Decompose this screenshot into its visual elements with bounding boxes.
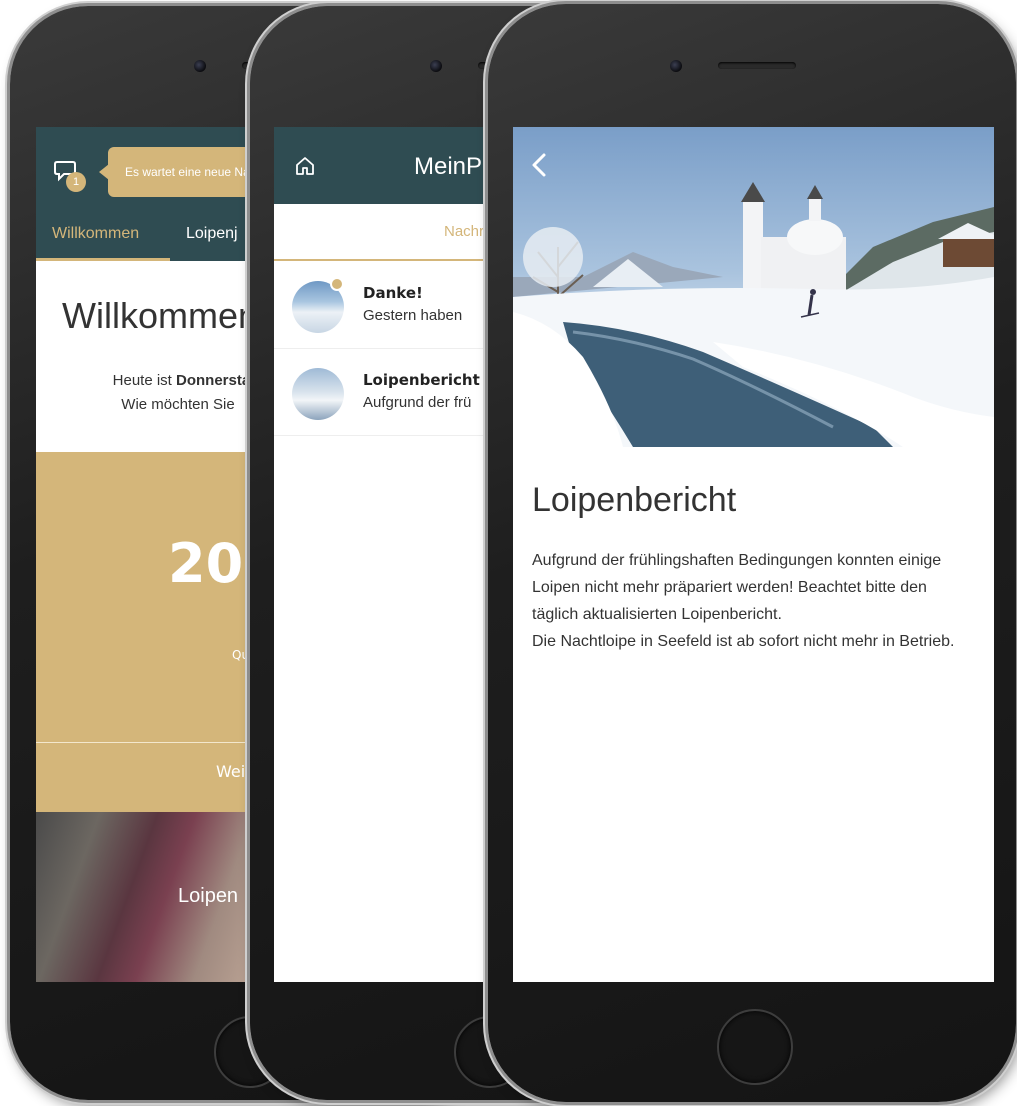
screen-welcome: 1 Es wartet eine neue Nachricht Willkomm… bbox=[36, 127, 266, 982]
loipen-teaser-card[interactable]: Loipen bbox=[36, 812, 266, 982]
earpiece-speaker bbox=[718, 62, 796, 69]
weather-panel: 20° Qu Weiter bbox=[36, 452, 266, 812]
greeting-date: Heute ist Donnerstag bbox=[112, 372, 260, 389]
message-thumbnail bbox=[292, 368, 344, 420]
message-title: Loipenbericht bbox=[363, 371, 480, 389]
message-title: Danke! bbox=[363, 284, 423, 302]
hero-illustration bbox=[513, 182, 994, 447]
weather-caption: Qu bbox=[232, 648, 250, 662]
screen-article: Loipenbericht Aufgrund der frühlingshaft… bbox=[513, 127, 994, 982]
app-header: MeinPlan bbox=[274, 127, 504, 204]
active-tab-indicator bbox=[36, 258, 170, 261]
front-camera-icon bbox=[430, 60, 442, 72]
article-paragraph: Aufgrund der frühlingshaften Bedingungen… bbox=[532, 552, 942, 623]
unread-dot bbox=[330, 277, 344, 291]
message-list-item[interactable]: Loipenbericht Aufgrund der frü bbox=[274, 350, 504, 436]
front-camera-icon bbox=[670, 60, 682, 72]
tab-bar: Willkommen Loipenj bbox=[36, 217, 266, 261]
article-body: Aufgrund der frühlingshaften Bedingungen… bbox=[532, 547, 972, 655]
panel-divider bbox=[36, 742, 266, 743]
home-button[interactable] bbox=[717, 1009, 793, 1085]
tab-loipen[interactable]: Loipenj bbox=[186, 225, 238, 243]
tab-bar: Nachrichten bbox=[274, 204, 504, 261]
screen-messages: MeinPlan Nachrichten Danke! Gestern habe… bbox=[274, 127, 504, 982]
teaser-label: Loipen bbox=[178, 885, 239, 907]
article-title: Loipenbericht bbox=[532, 481, 737, 519]
message-preview: Aufgrund der frü bbox=[363, 394, 472, 411]
new-message-tooltip[interactable]: Es wartet eine neue Nachricht bbox=[99, 147, 266, 197]
app-header: 1 Es wartet eine neue Nachricht Willkomm… bbox=[36, 127, 266, 261]
hero-image-winter-chapel bbox=[513, 127, 994, 447]
home-icon[interactable] bbox=[294, 155, 318, 179]
message-list-item[interactable]: Danke! Gestern haben bbox=[274, 263, 504, 349]
tab-willkommen[interactable]: Willkommen bbox=[52, 225, 139, 243]
message-preview: Gestern haben bbox=[363, 307, 463, 324]
greeting-question: Wie möchten Sie bbox=[121, 396, 235, 413]
page-title: Willkommen bbox=[62, 295, 259, 336]
article-paragraph: Die Nachtloipe in Seefeld ist ab sofort … bbox=[532, 633, 955, 650]
phone-frame-3: Loipenbericht Aufgrund der frühlingshaft… bbox=[488, 4, 1016, 1102]
front-camera-icon bbox=[194, 60, 206, 72]
notification-count-badge: 1 bbox=[66, 172, 86, 192]
chevron-left-icon[interactable] bbox=[529, 151, 553, 183]
